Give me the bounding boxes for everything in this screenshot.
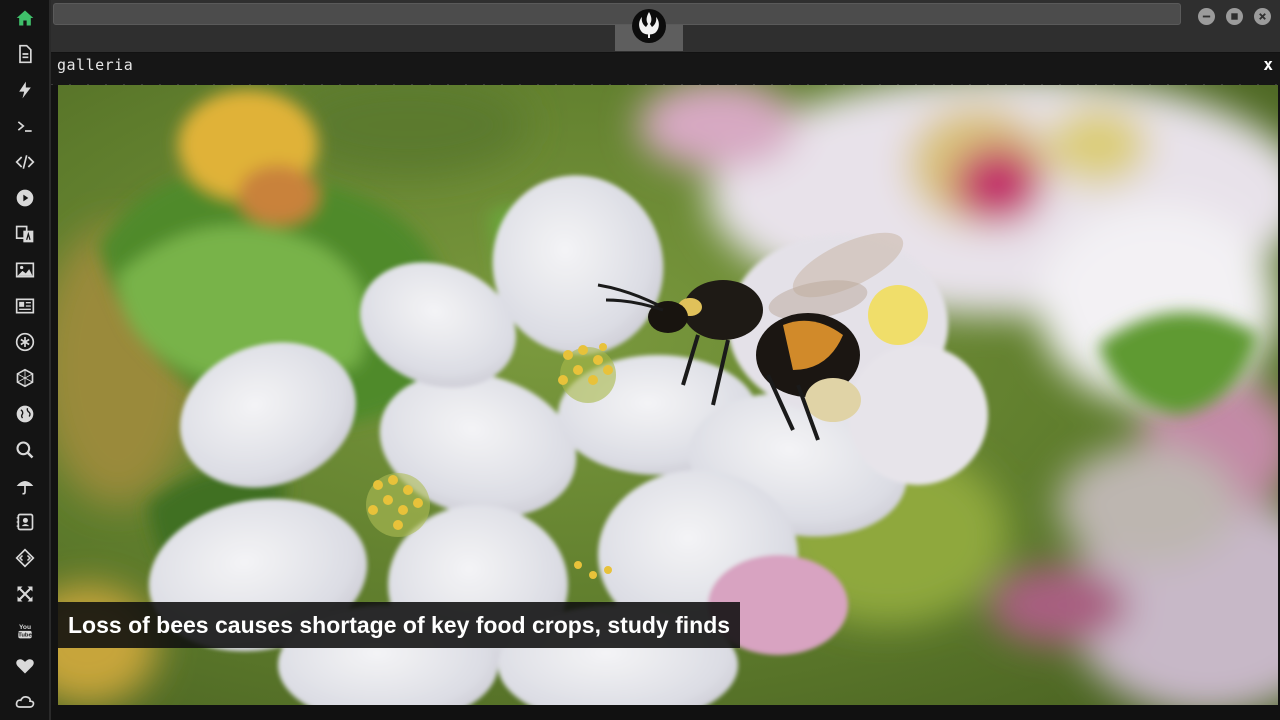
minimize-icon[interactable]	[1198, 8, 1215, 25]
umbrella-icon[interactable]	[12, 473, 38, 499]
top-bar	[51, 0, 1280, 52]
youtube-icon[interactable]: You Tube	[12, 617, 38, 643]
lightning-icon[interactable]	[12, 77, 38, 103]
svg-text:You: You	[19, 624, 31, 631]
panel-title: galleria	[57, 56, 134, 74]
rebel-alliance-icon[interactable]	[629, 5, 669, 45]
image-icon[interactable]	[12, 257, 38, 283]
close-icon[interactable]	[1254, 8, 1271, 25]
panel-close-button[interactable]: x	[1263, 55, 1273, 74]
panel-header: galleria x	[51, 53, 1280, 85]
news-icon[interactable]	[12, 293, 38, 319]
play-icon[interactable]	[12, 185, 38, 211]
asterisk-icon[interactable]	[12, 329, 38, 355]
home-icon[interactable]	[12, 5, 38, 31]
search-icon[interactable]	[12, 437, 38, 463]
hexagon-icon[interactable]	[12, 365, 38, 391]
contact-icon[interactable]	[12, 509, 38, 535]
sidebar-divider	[49, 0, 51, 720]
gallery-caption: Loss of bees causes shortage of key food…	[58, 602, 741, 648]
code-icon[interactable]	[12, 149, 38, 175]
translate-icon[interactable]	[12, 221, 38, 247]
dev-icon[interactable]	[12, 545, 38, 571]
address-bar[interactable]	[53, 3, 1181, 25]
bottom-strip	[51, 705, 1280, 720]
terminal-icon[interactable]	[12, 113, 38, 139]
globe-icon[interactable]	[12, 401, 38, 427]
maximize-icon[interactable]	[1226, 8, 1243, 25]
sidebar: You Tube	[0, 0, 49, 720]
document-icon[interactable]	[12, 41, 38, 67]
cloud-icon[interactable]	[12, 689, 38, 715]
heart-icon[interactable]	[12, 653, 38, 679]
expand-icon[interactable]	[12, 581, 38, 607]
gallery-viewer[interactable]: Loss of bees causes shortage of key food…	[58, 85, 1278, 705]
svg-text:Tube: Tube	[18, 633, 32, 639]
